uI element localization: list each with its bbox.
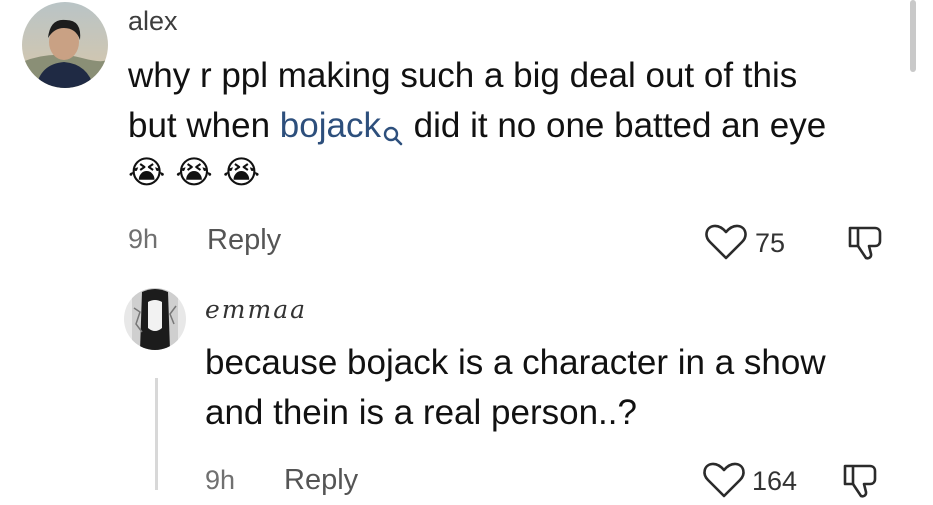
reply-timestamp: 9h — [205, 465, 236, 495]
like-count: 164 — [752, 466, 798, 496]
comment-text-after-link: did it no one batted an eye — [403, 106, 827, 145]
thumbs-down-icon — [843, 464, 877, 498]
comment-timestamp: 9h — [128, 224, 159, 254]
dislike-button[interactable] — [840, 460, 884, 500]
reply-username[interactable]: emmaa — [205, 295, 307, 324]
search-icon[interactable] — [382, 111, 404, 161]
search-link-bojack[interactable]: bojack — [280, 106, 381, 145]
comment-text-before-link: but when — [128, 106, 280, 145]
loudly-crying-emoji: 😭 — [128, 154, 166, 190]
loudly-crying-emoji: 😭 — [175, 154, 213, 190]
reply-text: because bojack is a character in a show … — [205, 338, 826, 438]
comment-username[interactable]: alex — [128, 6, 178, 37]
thumbs-down-icon — [848, 226, 882, 260]
avatar[interactable] — [22, 2, 108, 88]
comment-text: why r ppl making such a big deal out of … — [128, 51, 826, 161]
thread-line — [155, 378, 158, 490]
heart-icon — [705, 224, 747, 260]
heart-icon — [703, 462, 745, 498]
comment-text-line1: why r ppl making such a big deal out of … — [128, 56, 798, 95]
like-button[interactable] — [702, 460, 746, 500]
reply-text-line2: and thein is a real person..? — [205, 393, 637, 432]
reply-button[interactable]: Reply — [284, 464, 358, 497]
avatar[interactable] — [124, 288, 186, 350]
scrollbar[interactable] — [910, 0, 916, 72]
emoji-row: 😭 😭 😭 — [128, 150, 270, 194]
reply-button[interactable]: Reply — [207, 224, 281, 257]
reply-text-line1: because bojack is a character in a show — [205, 343, 826, 382]
like-count: 75 — [755, 228, 786, 258]
like-button[interactable] — [704, 222, 748, 262]
dislike-button[interactable] — [845, 222, 889, 262]
loudly-crying-emoji: 😭 — [222, 154, 261, 190]
